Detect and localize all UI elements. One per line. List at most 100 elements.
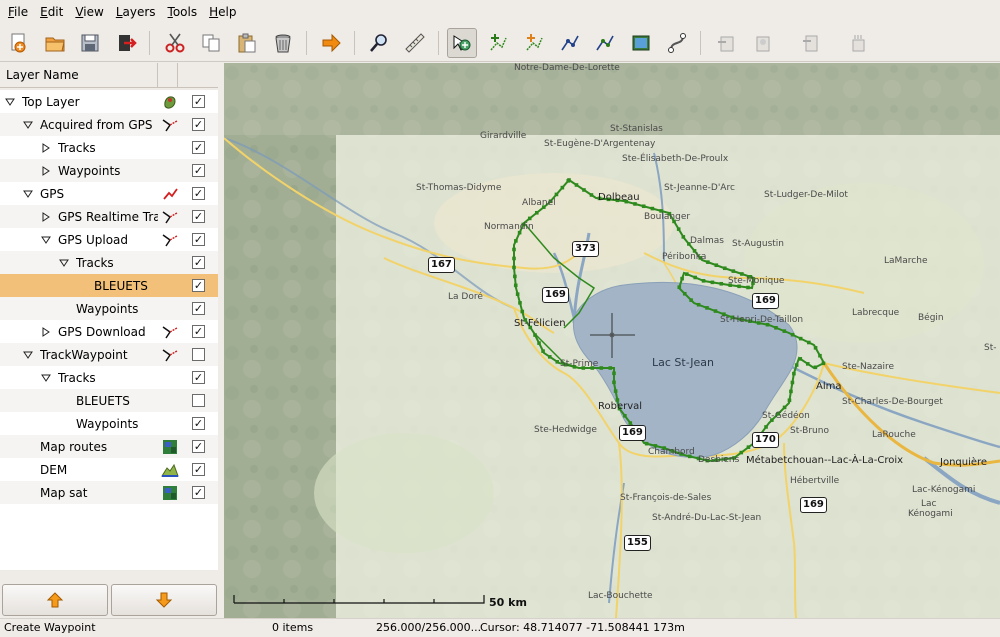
copy-button[interactable]	[196, 28, 226, 58]
expander-open-icon[interactable]	[4, 96, 16, 108]
layer-visibility-checkbox[interactable]: ✓	[192, 440, 205, 453]
layer-move-buttons	[0, 584, 218, 618]
trackpoint	[782, 405, 787, 410]
layer-row[interactable]: GPS Upload ✓	[0, 228, 218, 251]
place-label: St-Stanislas	[610, 124, 663, 134]
layer-visibility-checkbox[interactable]: ✓	[192, 210, 205, 223]
layer-action-1-button[interactable]	[712, 28, 742, 58]
layer-row[interactable]: BLEUETS ✓	[0, 274, 218, 297]
menu-layers[interactable]: Layers	[110, 0, 162, 24]
layer-visibility-checkbox[interactable]: ✓	[192, 463, 205, 476]
trackpoint	[710, 280, 715, 285]
expander-closed-icon[interactable]	[40, 326, 52, 338]
layer-action-3-button[interactable]	[796, 28, 826, 58]
layer-visibility-checkbox[interactable]: ✓	[192, 95, 205, 108]
layer-row[interactable]: Map sat ✓	[0, 481, 218, 504]
expander-open-icon[interactable]	[22, 119, 34, 131]
layer-row[interactable]: Tracks ✓	[0, 251, 218, 274]
layer-name: BLEUETS	[94, 278, 148, 293]
layer-row[interactable]: Tracks ✓	[0, 366, 218, 389]
menu-edit[interactable]: Edit	[34, 0, 69, 24]
menu-view[interactable]: View	[69, 0, 109, 24]
layer-row[interactable]: Map routes ✓	[0, 435, 218, 458]
expander-open-icon[interactable]	[22, 188, 34, 200]
layer-row[interactable]: Top Layer ✓	[0, 90, 218, 113]
layer-row[interactable]: Tracks ✓	[0, 136, 218, 159]
zoom-tool-button[interactable]	[364, 28, 394, 58]
layer-row[interactable]: Waypoints ✓	[0, 159, 218, 182]
georef-button[interactable]	[626, 28, 656, 58]
forward-button[interactable]	[316, 28, 346, 58]
create-track-icon	[561, 35, 579, 51]
layer-row[interactable]: BLEUETS	[0, 389, 218, 412]
create-track-button[interactable]	[555, 28, 585, 58]
layer-row[interactable]: Waypoints ✓	[0, 412, 218, 435]
trackpoint	[512, 256, 516, 261]
layer-panel-header: Layer Name	[0, 62, 218, 88]
layer-visibility-checkbox[interactable]: ✓	[192, 302, 205, 315]
paste-button[interactable]	[232, 28, 262, 58]
move-layer-up-button[interactable]	[2, 584, 108, 616]
save-button[interactable]	[75, 28, 105, 58]
layer-visibility-checkbox[interactable]: ✓	[192, 371, 205, 384]
layer-row[interactable]: GPS ✓	[0, 182, 218, 205]
expander-closed-icon[interactable]	[40, 165, 52, 177]
layer-visibility-checkbox[interactable]: ✓	[192, 486, 205, 499]
exit-button[interactable]	[111, 28, 141, 58]
layer-visibility-checkbox[interactable]: ✓	[192, 164, 205, 177]
layer-name: Top Layer	[22, 94, 80, 109]
menu-tools[interactable]: Tools	[162, 0, 204, 24]
trw-icon	[160, 323, 180, 341]
map-viewport[interactable]: Notre-Dame-De-Lorette Girardville St-Sta…	[224, 63, 1000, 618]
place-label: Ste-Hedwidge	[534, 425, 597, 435]
edit-trackpoint-button[interactable]	[590, 28, 620, 58]
expander-open-icon[interactable]	[40, 234, 52, 246]
open-button[interactable]	[40, 28, 70, 58]
route-finder-button[interactable]	[662, 28, 692, 58]
expander-open-icon[interactable]	[40, 372, 52, 384]
cut-button[interactable]	[160, 28, 190, 58]
layer-visibility-checkbox[interactable]: ✓	[192, 233, 205, 246]
layer-visibility-checkbox[interactable]: ✓	[192, 256, 205, 269]
place-label: Desbiens	[698, 455, 740, 465]
expander-closed-icon[interactable]	[40, 142, 52, 154]
ruler-tool-button[interactable]	[400, 28, 430, 58]
layer-row[interactable]: Waypoints ✓	[0, 297, 218, 320]
layer-visibility-checkbox[interactable]: ✓	[192, 118, 205, 131]
layer-action-2-button[interactable]	[748, 28, 778, 58]
create-waypoint-icon	[490, 34, 507, 51]
statusbar: Create Waypoint 0 items 256.000/256.000.…	[0, 618, 1000, 637]
move-layer-down-button[interactable]	[111, 584, 217, 616]
expander-open-icon[interactable]	[58, 257, 70, 269]
trackpoint	[513, 283, 518, 288]
layer-visibility-checkbox[interactable]	[192, 394, 205, 407]
expander-closed-icon[interactable]	[40, 211, 52, 223]
arrow-up-icon	[46, 592, 64, 608]
layer-visibility-checkbox[interactable]: ✓	[192, 325, 205, 338]
layer-visibility-checkbox[interactable]: ✓	[192, 279, 205, 292]
trackpoint	[533, 333, 537, 337]
delete-button[interactable]	[268, 28, 298, 58]
trackpoint	[518, 301, 522, 305]
layer-name-column-header[interactable]: Layer Name	[0, 62, 158, 88]
layer-row[interactable]: DEM ✓	[0, 458, 218, 481]
layer-visibility-checkbox[interactable]: ✓	[192, 417, 205, 430]
layer-row[interactable]: GPS Realtime Trac ✓	[0, 205, 218, 228]
menu-file[interactable]: File	[2, 0, 34, 24]
layer-row[interactable]: GPS Download ✓	[0, 320, 218, 343]
layer-visibility-checkbox[interactable]: ✓	[192, 141, 205, 154]
place-label: Ste-Monique	[728, 276, 785, 286]
layer-action-4-button[interactable]	[843, 28, 873, 58]
layer-row[interactable]: TrackWaypoint	[0, 343, 218, 366]
expander-open-icon[interactable]	[22, 349, 34, 361]
trackpoint	[537, 341, 541, 345]
edit-waypoint-button[interactable]	[519, 28, 549, 58]
new-button[interactable]	[4, 28, 34, 58]
layer-row[interactable]: Acquired from GPS ✓	[0, 113, 218, 136]
menu-help[interactable]: Help	[203, 0, 242, 24]
pan-tool-button[interactable]	[447, 28, 477, 58]
layer-name: Map sat	[40, 485, 88, 500]
layer-visibility-checkbox[interactable]: ✓	[192, 187, 205, 200]
layer-visibility-checkbox[interactable]	[192, 348, 205, 361]
create-waypoint-button[interactable]	[483, 28, 513, 58]
